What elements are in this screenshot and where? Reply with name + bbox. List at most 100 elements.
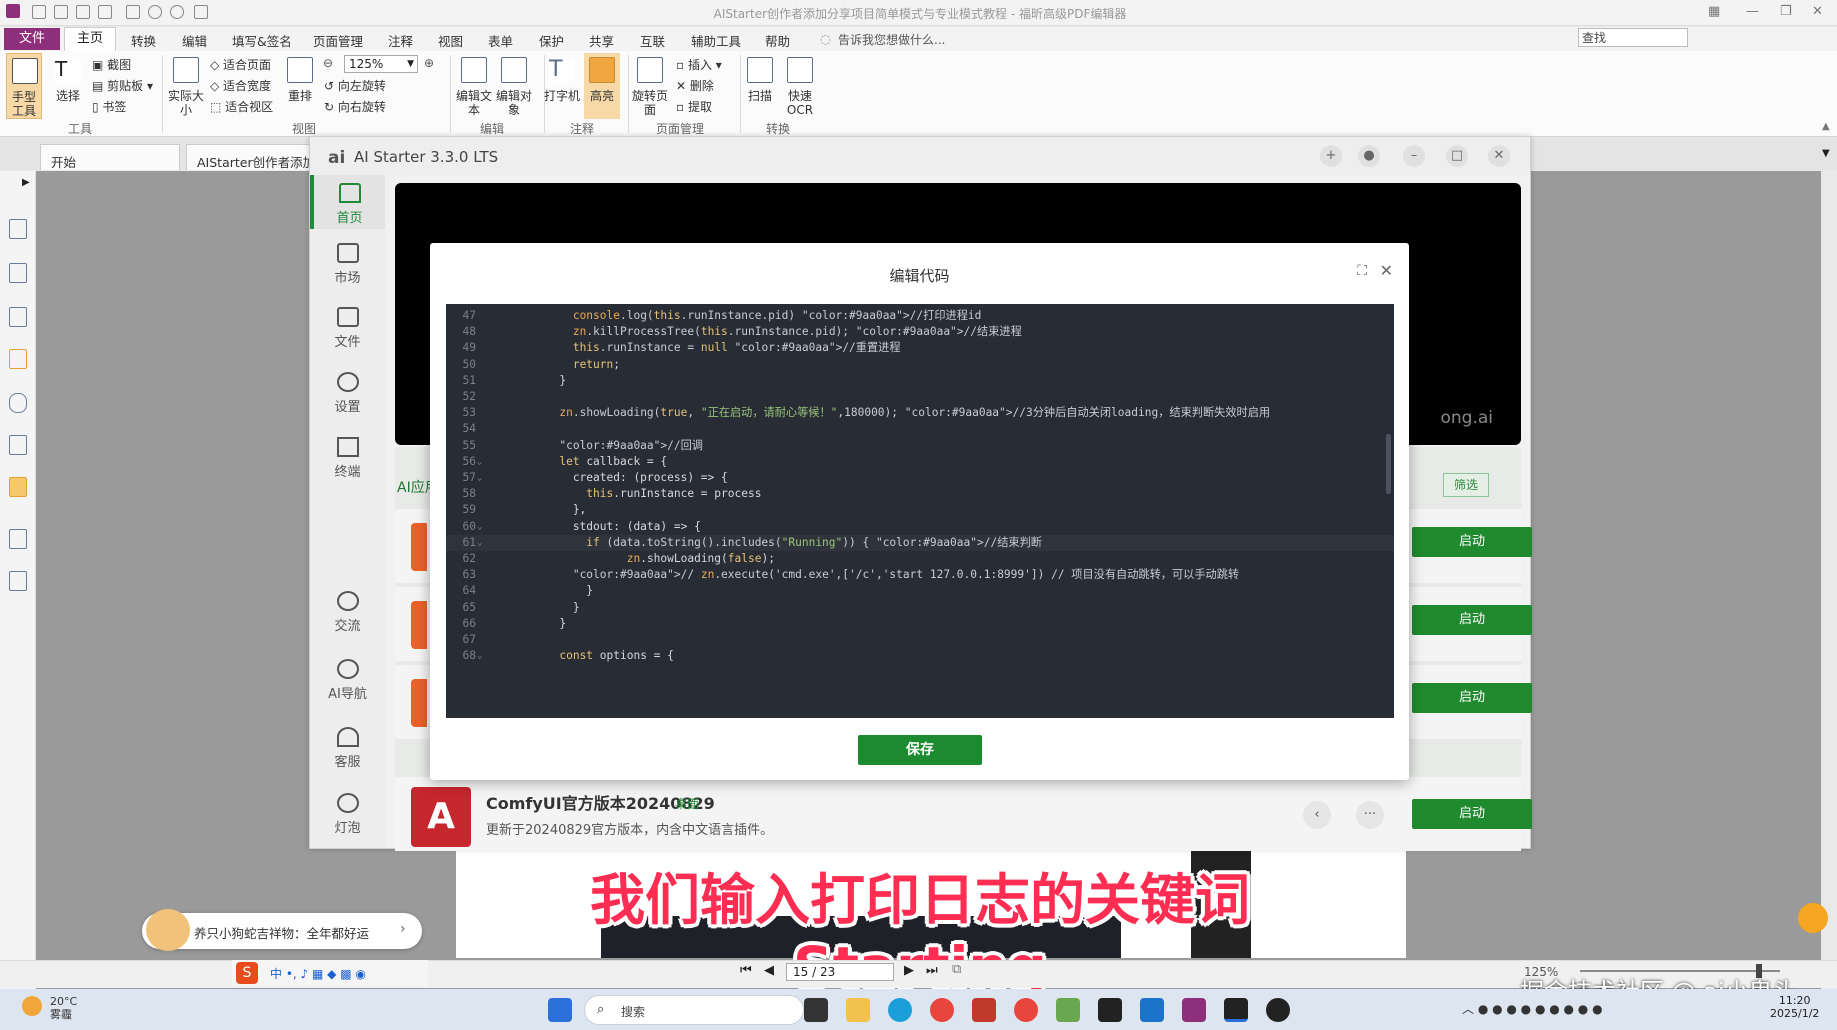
nav-settings[interactable]: 设置	[310, 372, 385, 415]
tab-list-icon[interactable]: ▼	[1822, 148, 1830, 159]
next-page-icon[interactable]: ▶	[904, 963, 914, 978]
page-input[interactable]: 15 / 23	[786, 963, 894, 981]
rotate-left-button[interactable]: ↺ 向左旋转	[324, 77, 386, 94]
sogou-icon[interactable]: S	[236, 962, 258, 984]
nav-chat[interactable]: 交流	[310, 591, 385, 634]
highlight-button[interactable]: 高亮	[584, 53, 620, 119]
lock-icon[interactable]	[9, 477, 27, 497]
code-line[interactable]: 49 this.runInstance = null "color:#9aa0a…	[446, 340, 1394, 356]
expand-icon[interactable]: ▶	[22, 177, 30, 188]
edit-object-button[interactable]: 编辑对象	[496, 53, 532, 119]
tab-start[interactable]: 开始	[40, 144, 180, 170]
rotate-page-button[interactable]: 旋转页面	[632, 53, 668, 119]
code-line[interactable]: 54	[446, 421, 1394, 437]
zoom-in-icon[interactable]: ⊕	[424, 56, 434, 70]
vscode-icon[interactable]	[1140, 998, 1164, 1022]
minimize-icon[interactable]: —	[1746, 4, 1759, 19]
delete-button[interactable]: ✕ 删除	[676, 77, 714, 94]
tray-icons[interactable]: ︿ ● ● ● ● ● ● ● ● ●	[1462, 1000, 1603, 1017]
nav-market[interactable]: 市场	[310, 243, 385, 286]
attachment-icon[interactable]	[9, 393, 27, 413]
close-icon[interactable]: ✕	[1488, 145, 1510, 167]
close-icon[interactable]: ✕	[1812, 4, 1823, 19]
task-view-icon[interactable]	[804, 998, 828, 1022]
layers-panel-icon[interactable]	[9, 307, 27, 327]
fold-icon[interactable]: ⌄	[477, 648, 482, 664]
tools-icon[interactable]	[9, 571, 27, 591]
code-editor[interactable]: 47 console.log(this.runInstance.pid) "co…	[446, 304, 1394, 718]
first-page-icon[interactable]: ⏮	[740, 963, 752, 978]
maximize-icon[interactable]: □	[1446, 145, 1468, 167]
insert-button[interactable]: ▫ 插入 ▾	[676, 56, 722, 73]
fit-page-button[interactable]: ◇ 适合页面	[210, 56, 271, 73]
add-icon[interactable]: +	[1320, 145, 1342, 167]
nav-terminal[interactable]: 终端	[310, 437, 385, 480]
menu-assist[interactable]: 辅助工具	[691, 31, 741, 50]
bookmark-button[interactable]: ▯ 书签	[92, 98, 126, 115]
ai-starter-icon[interactable]	[1224, 998, 1248, 1022]
taskbar-search[interactable]: ⌕ 搜索	[584, 995, 804, 1025]
menu-comment[interactable]: 注释	[388, 31, 413, 50]
fold-icon[interactable]: ⌄	[477, 519, 482, 535]
close-icon[interactable]: ✕	[1380, 261, 1393, 280]
restore-icon[interactable]: ❐	[1780, 4, 1792, 19]
code-line[interactable]: 47 console.log(this.runInstance.pid) "co…	[446, 308, 1394, 324]
zoom-out-icon[interactable]: ⊖	[323, 56, 333, 70]
code-line[interactable]: 65 }	[446, 600, 1394, 616]
menu-share[interactable]: 共享	[589, 31, 614, 50]
recorder-icon[interactable]	[1266, 998, 1290, 1022]
start-button[interactable]: 启动	[1412, 683, 1532, 713]
comfy-start-button[interactable]: 启动	[1412, 799, 1532, 829]
actual-size-button[interactable]: 实际大小	[168, 53, 204, 119]
code-line[interactable]: 52	[446, 389, 1394, 405]
fold-icon[interactable]: ⌄	[477, 535, 482, 551]
menu-form[interactable]: 表单	[488, 31, 513, 50]
edge-icon[interactable]	[888, 998, 912, 1022]
code-line[interactable]: 59 },	[446, 502, 1394, 518]
mascot-popup[interactable]: 养只小狗蛇吉祥物：全年都好运 › ⊗	[142, 903, 422, 951]
minimize-icon[interactable]: –	[1403, 145, 1425, 167]
save-icon[interactable]	[54, 5, 68, 19]
content-icon[interactable]	[9, 529, 27, 549]
save-button[interactable]: 保存	[858, 735, 982, 765]
code-line[interactable]: 68 ⌄ const options = {	[446, 648, 1394, 664]
edit-text-button[interactable]: 编辑文本	[456, 53, 492, 119]
find-input[interactable]: 查找	[1578, 28, 1688, 47]
bookmark-panel-icon[interactable]	[9, 219, 27, 239]
menu-connect[interactable]: 互联	[640, 31, 665, 50]
signature-icon[interactable]	[9, 435, 27, 455]
filter-button[interactable]: 筛选	[1443, 473, 1489, 497]
menu-fill-sign[interactable]: 填写&签名	[232, 31, 292, 50]
code-line[interactable]: 62 zn.showLoading(false);	[446, 551, 1394, 567]
prev-page-icon[interactable]: ◀	[764, 963, 774, 978]
close-icon[interactable]: ⊗	[414, 903, 422, 914]
menu-home[interactable]: 主页	[64, 27, 116, 51]
new-icon[interactable]	[126, 5, 140, 19]
code-line[interactable]: 55 "color:#9aa0aa">//回调	[446, 438, 1394, 454]
code-line[interactable]: 66 }	[446, 616, 1394, 632]
code-line[interactable]: 48 zn.killProcessTree(this.runInstance.p…	[446, 324, 1394, 340]
nav-bulb[interactable]: 灯泡	[310, 793, 385, 836]
email-icon[interactable]	[98, 5, 112, 19]
menu-page-manage[interactable]: 页面管理	[313, 31, 363, 50]
code-line[interactable]: 67	[446, 632, 1394, 648]
comments-panel-icon[interactable]	[9, 349, 27, 369]
collapse-ribbon-icon[interactable]: ▲	[1822, 121, 1830, 132]
editor-scrollbar[interactable]	[1386, 434, 1391, 494]
fit-width-button[interactable]: ◇ 适合宽度	[210, 77, 271, 94]
fit-visible-button[interactable]: ⬚ 适合视区	[210, 98, 273, 115]
explorer-icon[interactable]	[846, 998, 870, 1022]
screenshot-button[interactable]: ▣ 截图	[92, 56, 131, 73]
share-icon[interactable]: ‹	[1303, 801, 1331, 829]
fullscreen-icon[interactable]: ⛶	[1357, 263, 1367, 279]
clipboard-button[interactable]: ▤ 剪贴板 ▾	[92, 77, 153, 94]
code-line[interactable]: 63 "color:#9aa0aa">// zn.execute('cmd.ex…	[446, 567, 1394, 583]
chrome-icon[interactable]	[1014, 998, 1038, 1022]
code-line[interactable]: 61 ⌄ if (data.toString().includes("Runnin…	[446, 534, 1394, 551]
select-button[interactable]: T 选择	[50, 53, 86, 119]
print-icon[interactable]	[76, 5, 90, 19]
start-button[interactable]: 启动	[1412, 527, 1532, 557]
menu-protect[interactable]: 保护	[539, 31, 564, 50]
code-line[interactable]: 64 }	[446, 583, 1394, 599]
nav-support[interactable]: 客服	[310, 727, 385, 770]
